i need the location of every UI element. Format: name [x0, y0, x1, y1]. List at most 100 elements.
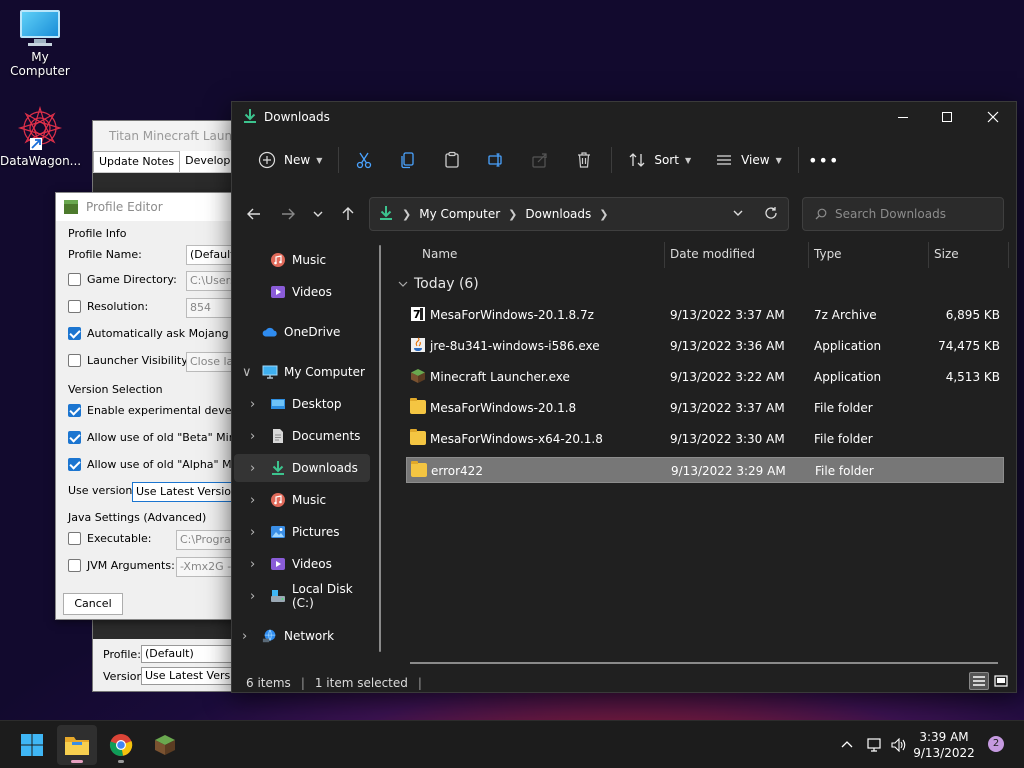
cancel-button[interactable]: Cancel: [63, 593, 123, 615]
alpha-checkbox[interactable]: [68, 458, 81, 471]
executable-checkbox[interactable]: [68, 532, 81, 545]
breadcrumb-downloads[interactable]: Downloads: [525, 207, 591, 221]
launcher-visibility-checkbox[interactable]: [68, 354, 81, 367]
close-button[interactable]: [970, 102, 1016, 132]
search-input[interactable]: [835, 207, 995, 221]
beta-row[interactable]: Allow use of old "Beta" Minecr: [68, 431, 242, 444]
minimize-button[interactable]: [880, 102, 926, 132]
group-header-today[interactable]: Today (6): [398, 276, 479, 292]
taskbar-file-explorer[interactable]: [57, 725, 97, 765]
chevron-right-icon[interactable]: ›: [250, 493, 255, 508]
chevron-down-icon[interactable]: ∨: [242, 365, 252, 380]
chevron-right-icon[interactable]: ›: [242, 629, 247, 644]
use-version-select[interactable]: Use Latest Version: [132, 482, 242, 502]
launcher-visibility-row[interactable]: Launcher Visibility:: [68, 354, 191, 367]
show-hidden-icons-button[interactable]: [836, 721, 858, 768]
resolution-row[interactable]: Resolution:: [68, 300, 148, 313]
network-tray-button[interactable]: [864, 721, 886, 768]
taskbar-minecraft-launcher[interactable]: [145, 725, 185, 765]
column-header-size[interactable]: Size: [934, 240, 959, 268]
alpha-row[interactable]: Allow use of old "Alpha" Minec: [68, 458, 242, 471]
column-divider[interactable]: [664, 242, 665, 268]
cut-button[interactable]: [347, 144, 381, 176]
column-header-date-modified[interactable]: Date modified: [670, 240, 755, 268]
delete-button[interactable]: [567, 144, 601, 176]
rename-button[interactable]: [479, 144, 513, 176]
chevron-right-icon[interactable]: ›: [250, 461, 255, 476]
notification-badge[interactable]: 2: [988, 736, 1004, 752]
column-divider[interactable]: [808, 242, 809, 268]
chevron-right-icon[interactable]: ›: [250, 525, 255, 540]
search-box[interactable]: [802, 197, 1004, 231]
file-row[interactable]: error422 9/13/2022 3:29 AM File folder: [406, 457, 1004, 483]
game-directory-row[interactable]: Game Directory:: [68, 273, 177, 286]
experimental-row[interactable]: Enable experimental developm: [68, 404, 242, 417]
file-row[interactable]: MesaForWindows-x64-20.1.8 9/13/2022 3:30 …: [406, 426, 1004, 452]
maximize-button[interactable]: [924, 102, 970, 132]
recent-locations-button[interactable]: [306, 203, 330, 225]
file-row[interactable]: 7 MesaForWindows-20.1.8.7z 9/13/2022 3:37 …: [406, 302, 1004, 328]
sidebar-item-videos[interactable]: › Videos: [234, 550, 370, 578]
breadcrumb-my-computer[interactable]: My Computer: [419, 207, 500, 221]
experimental-checkbox[interactable]: [68, 404, 81, 417]
sidebar-item-videos[interactable]: Videos: [234, 278, 370, 306]
jvm-checkbox[interactable]: [68, 559, 81, 572]
jvm-row[interactable]: JVM Arguments:: [68, 559, 175, 572]
game-directory-checkbox[interactable]: [68, 273, 81, 286]
chevron-right-icon[interactable]: ›: [250, 429, 255, 444]
address-bar[interactable]: ❯ My Computer ❯ Downloads ❯: [369, 197, 789, 231]
address-dropdown-button[interactable]: [732, 207, 744, 222]
column-divider[interactable]: [928, 242, 929, 268]
refresh-button[interactable]: [764, 206, 778, 223]
volume-tray-button[interactable]: [888, 721, 910, 768]
chevron-right-icon[interactable]: ›: [250, 557, 255, 572]
sidebar-item-my-computer[interactable]: ∨ My Computer: [234, 358, 370, 386]
file-list-scrollbar[interactable]: [410, 662, 998, 664]
start-button[interactable]: [12, 725, 52, 765]
copy-button[interactable]: [391, 144, 425, 176]
sidebar-item-network[interactable]: › Network: [234, 622, 370, 650]
chevron-right-icon[interactable]: ›: [250, 397, 255, 412]
view-button[interactable]: View ▼: [707, 144, 788, 176]
tiles-view-button[interactable]: [991, 672, 1011, 690]
chevron-right-icon[interactable]: ›: [250, 589, 255, 604]
sidebar-item-local-disk-c[interactable]: › Local Disk (C:): [234, 582, 370, 610]
back-button[interactable]: [242, 203, 266, 225]
new-button[interactable]: New ▼: [250, 144, 328, 176]
desktop-icon-datawagon[interactable]: DataWagon...: [0, 105, 81, 168]
column-header-type[interactable]: Type: [814, 240, 842, 268]
column-divider[interactable]: [1008, 242, 1009, 268]
beta-checkbox[interactable]: [68, 431, 81, 444]
version-select[interactable]: Use Latest Version: [141, 667, 243, 685]
resolution-checkbox[interactable]: [68, 300, 81, 313]
auto-ask-checkbox[interactable]: [68, 327, 81, 340]
file-row[interactable]: jre-8u341-windows-i586.exe 9/13/2022 3:36…: [406, 333, 1004, 359]
profile-editor-window[interactable]: Profile Editor Profile Info Profile Name…: [55, 192, 243, 620]
sidebar-item-music[interactable]: › Music: [234, 486, 370, 514]
profile-editor-titlebar[interactable]: Profile Editor: [56, 193, 242, 221]
up-button[interactable]: [336, 203, 360, 225]
auto-ask-row[interactable]: Automatically ask Mojang for a: [68, 327, 242, 340]
details-view-button[interactable]: [969, 672, 989, 690]
share-button[interactable]: [523, 144, 557, 176]
sidebar-item-pictures[interactable]: › Pictures: [234, 518, 370, 546]
tab-update-notes[interactable]: Update Notes: [93, 151, 181, 172]
sidebar-item-downloads[interactable]: › Downloads: [234, 454, 370, 482]
launcher-titlebar[interactable]: Titan Minecraft Launcher: [93, 121, 241, 151]
sidebar-item-music[interactable]: Music: [234, 246, 370, 274]
sidebar-item-desktop[interactable]: › Desktop: [234, 390, 370, 418]
sidebar-item-documents[interactable]: › Documents: [234, 422, 370, 450]
taskbar-chrome[interactable]: [101, 725, 141, 765]
file-row[interactable]: Minecraft Launcher.exe 9/13/2022 3:22 AM A…: [406, 364, 1004, 390]
more-options-button[interactable]: •••: [807, 144, 841, 176]
sort-button[interactable]: Sort ▼: [620, 144, 697, 176]
desktop-icon-my-computer[interactable]: My Computer: [0, 10, 80, 78]
sidebar-item-onedrive[interactable]: OneDrive: [234, 318, 370, 346]
navigation-pane-scrollbar[interactable]: [379, 245, 381, 652]
file-row[interactable]: MesaForWindows-20.1.8 9/13/2022 3:37 AM Fi…: [406, 395, 1004, 421]
paste-button[interactable]: [435, 144, 469, 176]
profile-select[interactable]: (Default): [141, 645, 243, 663]
column-header-name[interactable]: Name: [422, 240, 457, 268]
explorer-window[interactable]: Downloads New ▼ Sort ▼ View ▼ ••• ❯ My C…: [231, 101, 1017, 693]
executable-row[interactable]: Executable:: [68, 532, 151, 545]
